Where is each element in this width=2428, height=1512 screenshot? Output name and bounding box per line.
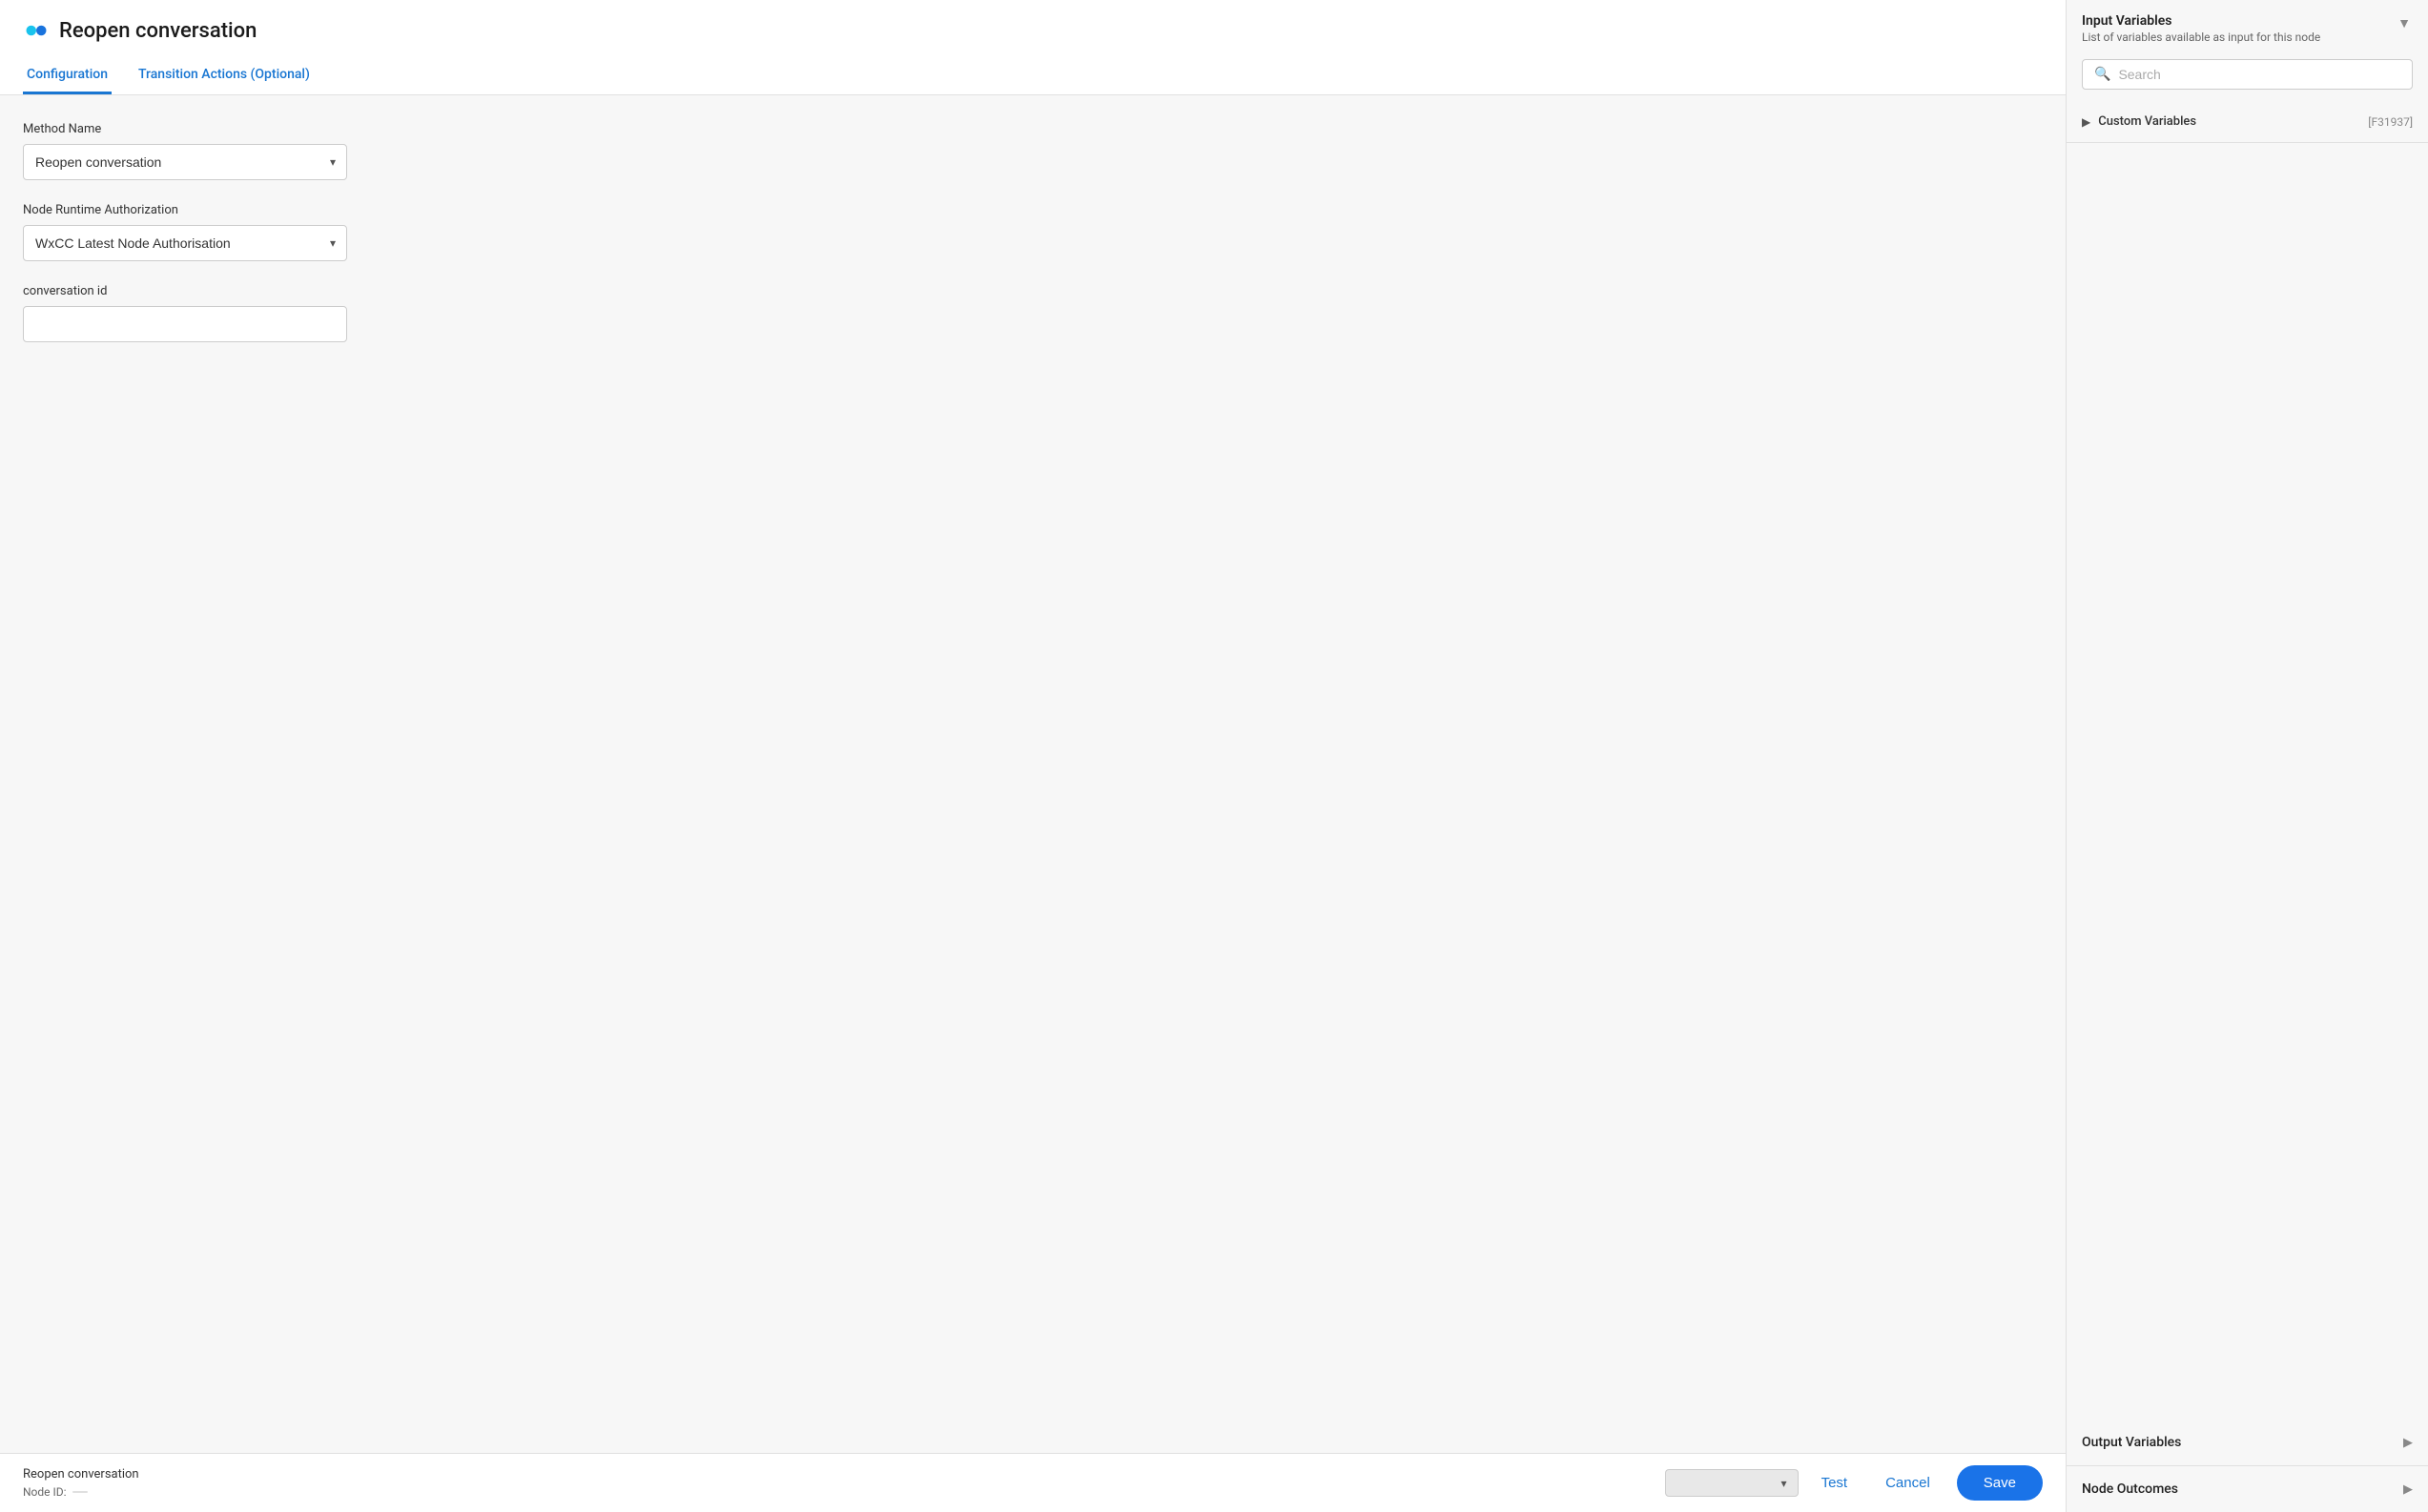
input-variables-subtitle: List of variables available as input for…: [2082, 31, 2320, 44]
method-name-label: Method Name: [23, 122, 2043, 136]
input-variables-section: Input Variables List of variables availa…: [2067, 0, 2428, 143]
main-panel: Reopen conversation Configuration Transi…: [0, 0, 2066, 1512]
bottom-bar-node-name: Reopen conversation: [23, 1467, 1654, 1481]
node-outcomes-title: Node Outcomes: [2082, 1481, 2178, 1497]
output-variables-expand-icon: ▶: [2403, 1436, 2413, 1450]
search-icon: 🔍: [2094, 67, 2110, 82]
search-box: 🔍: [2082, 59, 2413, 90]
node-runtime-auth-select[interactable]: WxCC Latest Node Authorisation: [23, 225, 347, 261]
node-id-label: Node ID:: [23, 1485, 67, 1499]
right-panel-spacer: [2067, 143, 2428, 1420]
tabs: Configuration Transition Actions (Option…: [23, 57, 2043, 94]
tab-configuration[interactable]: Configuration: [23, 57, 112, 94]
conversation-id-input[interactable]: [23, 306, 347, 342]
custom-variables-header[interactable]: ▶ Custom Variables [F31937]: [2082, 111, 2413, 133]
panel-title-row: Reopen conversation: [23, 17, 2043, 44]
conversation-id-group: conversation id: [23, 284, 2043, 342]
node-runtime-auth-group: Node Runtime Authorization WxCC Latest N…: [23, 203, 2043, 261]
custom-variables-left: ▶ Custom Variables: [2082, 114, 2196, 129]
input-variables-title: Input Variables: [2082, 13, 2320, 29]
input-variables-header: Input Variables List of variables availa…: [2067, 0, 2428, 53]
bottom-bar-node-id: Node ID:: [23, 1485, 1654, 1499]
panel-content: Method Name Reopen conversation ▾ Node R…: [0, 95, 2066, 1453]
node-runtime-auth-label: Node Runtime Authorization: [23, 203, 2043, 217]
custom-variables-badge: [F31937]: [2368, 115, 2413, 129]
bottom-bar-node-select[interactable]: [1665, 1469, 1799, 1497]
method-name-select-wrapper: Reopen conversation ▾: [23, 144, 347, 180]
bottom-bar-select-wrapper: ▾: [1665, 1469, 1799, 1497]
input-variables-collapse-icon[interactable]: ▼: [2396, 13, 2413, 33]
method-name-group: Method Name Reopen conversation ▾: [23, 122, 2043, 180]
save-button[interactable]: Save: [1957, 1465, 2043, 1501]
search-box-wrapper: 🔍: [2067, 53, 2428, 101]
input-variables-header-text: Input Variables List of variables availa…: [2082, 13, 2320, 44]
conversation-id-label: conversation id: [23, 284, 2043, 298]
webex-logo-icon: [23, 17, 50, 44]
test-button[interactable]: Test: [1810, 1467, 1860, 1499]
node-runtime-auth-select-wrapper: WxCC Latest Node Authorisation ▾: [23, 225, 347, 261]
page-title: Reopen conversation: [59, 19, 257, 43]
right-panel: Input Variables List of variables availa…: [2066, 0, 2428, 1512]
custom-variables-chevron-icon: ▶: [2082, 115, 2090, 129]
tab-transition-actions[interactable]: Transition Actions (Optional): [134, 57, 314, 94]
node-outcomes-expand-icon: ▶: [2403, 1482, 2413, 1497]
cancel-button[interactable]: Cancel: [1874, 1467, 1942, 1499]
custom-variables-label: Custom Variables: [2098, 114, 2196, 129]
custom-variables-group: ▶ Custom Variables [F31937]: [2067, 101, 2428, 142]
method-name-select[interactable]: Reopen conversation: [23, 144, 347, 180]
variables-section: ▶ Custom Variables [F31937]: [2067, 101, 2428, 142]
panel-header: Reopen conversation Configuration Transi…: [0, 0, 2066, 95]
bottom-bar-actions: Test Cancel Save: [1810, 1465, 2043, 1501]
main-layout: Reopen conversation Configuration Transi…: [0, 0, 2428, 1512]
node-id-badge: [72, 1491, 88, 1493]
search-input[interactable]: [2118, 67, 2400, 82]
output-variables-section[interactable]: Output Variables ▶: [2067, 1420, 2428, 1466]
bottom-bar-left: Reopen conversation Node ID:: [23, 1467, 1654, 1499]
app-container: Reopen conversation Configuration Transi…: [0, 0, 2428, 1512]
output-variables-title: Output Variables: [2082, 1435, 2181, 1450]
node-outcomes-section[interactable]: Node Outcomes ▶: [2067, 1466, 2428, 1512]
bottom-bar: Reopen conversation Node ID: ▾ Test Canc…: [0, 1453, 2066, 1512]
